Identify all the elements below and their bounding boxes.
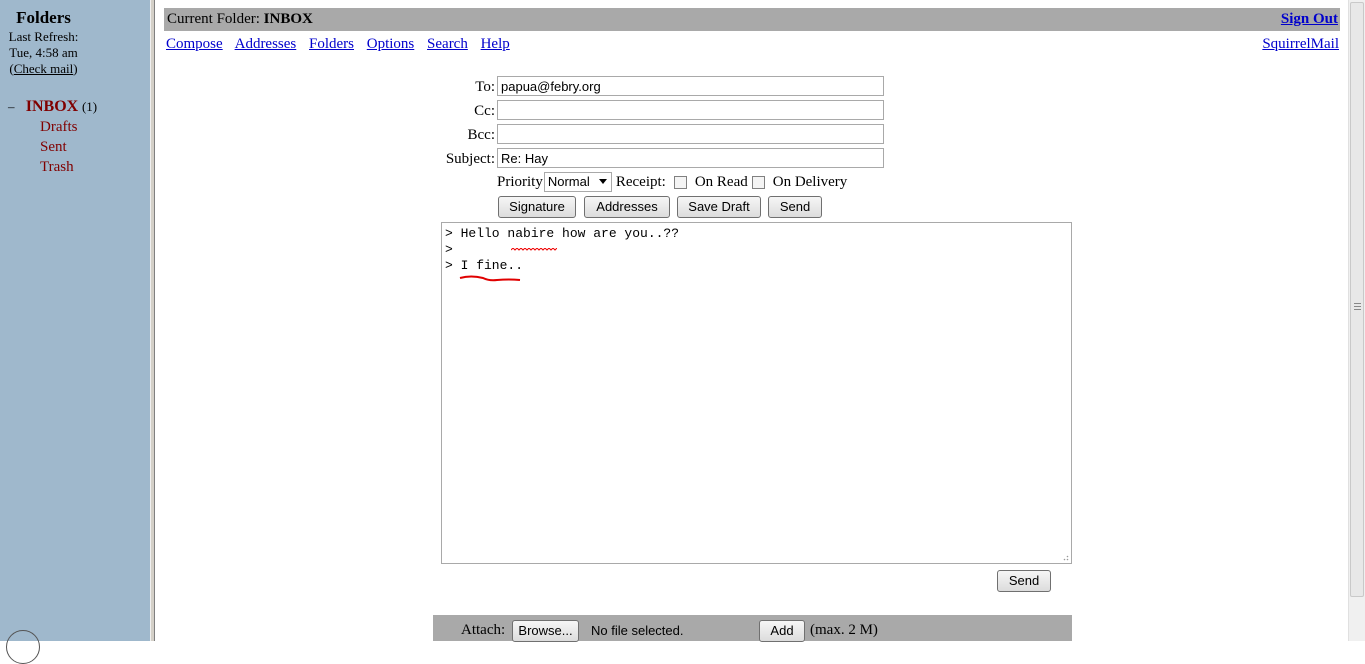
attach-label: Attach: [461,622,506,638]
current-folder-name: INBOX [263,11,313,27]
body-line: > [445,242,453,257]
nav-options[interactable]: Options [367,36,415,52]
nav-search[interactable]: Search [427,36,468,52]
attach-bar: Attach: Browse... No file selected. Add … [433,615,1072,642]
addresses-button[interactable]: Addresses [584,196,670,218]
check-mail-paren-close: ) [73,61,78,76]
on-delivery-label: On Delivery [772,173,848,190]
priority-select[interactable]: Normal [543,172,612,192]
nav-folders[interactable]: Folders [309,36,354,52]
check-mail: (Check mail) [0,61,87,77]
cc-field[interactable] [497,100,884,120]
no-file-text: No file selected. [591,623,684,638]
current-folder: Current Folder: INBOX [167,11,313,28]
collapse-toggle[interactable]: – [8,97,22,117]
folder-sent[interactable]: Sent [8,137,97,157]
receipt-label: Receipt: [615,173,666,190]
current-folder-label: Current Folder: [167,11,264,27]
last-refresh-label: Last Refresh: [8,29,79,44]
folder-inbox[interactable]: – INBOX (1) [8,97,97,117]
nav-help[interactable]: Help [481,36,510,52]
last-refresh: Last Refresh: Tue, 4:58 am [0,29,87,61]
save-draft-button[interactable]: Save Draft [677,196,761,218]
send-button-top[interactable]: Send [768,196,822,218]
priority-row: Priority Normal Receipt: On Read On Deli… [497,172,847,192]
folders-sidebar: Folders Last Refresh: Tue, 4:58 am (Chec… [0,0,150,664]
last-refresh-time: Tue, 4:58 am [9,45,78,60]
max-size-text: (max. 2 M) [810,622,878,638]
folder-drafts[interactable]: Drafts [8,117,97,137]
body-line: > Hello nabire how are you..?? [445,226,680,241]
message-body[interactable]: > Hello nabire how are you..?? > > I fin… [441,222,1072,564]
bcc-field[interactable] [497,124,884,144]
unread-count: (1) [81,99,98,114]
on-read-checkbox[interactable] [673,175,687,189]
to-label: To: [475,79,495,95]
check-mail-link[interactable]: Check mail [14,61,74,76]
signature-button[interactable]: Signature [498,196,576,218]
send-button-bottom[interactable]: Send [997,570,1051,592]
resize-grip-icon[interactable] [1061,553,1069,561]
nav-bar: Compose Addresses Folders Options Search… [166,36,519,53]
subject-field[interactable]: Re: Hay [497,148,884,168]
red-underline-annotation [459,275,521,282]
browse-button[interactable]: Browse... [512,620,579,642]
spellcheck-squiggle [511,248,557,251]
sign-out-link[interactable]: Sign Out [1281,11,1338,28]
folder-inbox-label[interactable]: INBOX [26,98,78,115]
bcc-label: Bcc: [467,127,496,143]
body-line: > I fine.. [445,258,524,273]
scroll-grip-icon [1354,303,1361,312]
priority-label: Priority [497,173,543,190]
priority-value: Normal [547,174,590,189]
on-read-label: On Read [694,173,748,190]
nav-compose[interactable]: Compose [166,36,223,52]
to-field[interactable]: papua@febry.org [497,76,884,96]
cc-label: Cc: [474,103,495,119]
sidebar-title: Folders [16,8,71,27]
folder-tree: – INBOX (1) Drafts Sent Trash [8,97,97,177]
subject-label: Subject: [445,151,495,167]
title-bar: Current Folder: INBOX Sign Out [164,8,1340,31]
add-button[interactable]: Add [759,620,805,642]
folder-trash[interactable]: Trash [8,157,97,177]
squirrelmail-link[interactable]: SquirrelMail [1262,36,1339,53]
decorative-circle [6,630,40,664]
compose-frame: Current Folder: INBOX Sign Out Compose A… [155,0,1348,642]
scrollbar-thumb[interactable] [1350,2,1364,597]
vertical-scrollbar[interactable] [1348,0,1365,641]
dropdown-arrow-icon [598,179,607,184]
on-delivery-checkbox[interactable] [751,175,765,189]
nav-addresses[interactable]: Addresses [235,36,297,52]
